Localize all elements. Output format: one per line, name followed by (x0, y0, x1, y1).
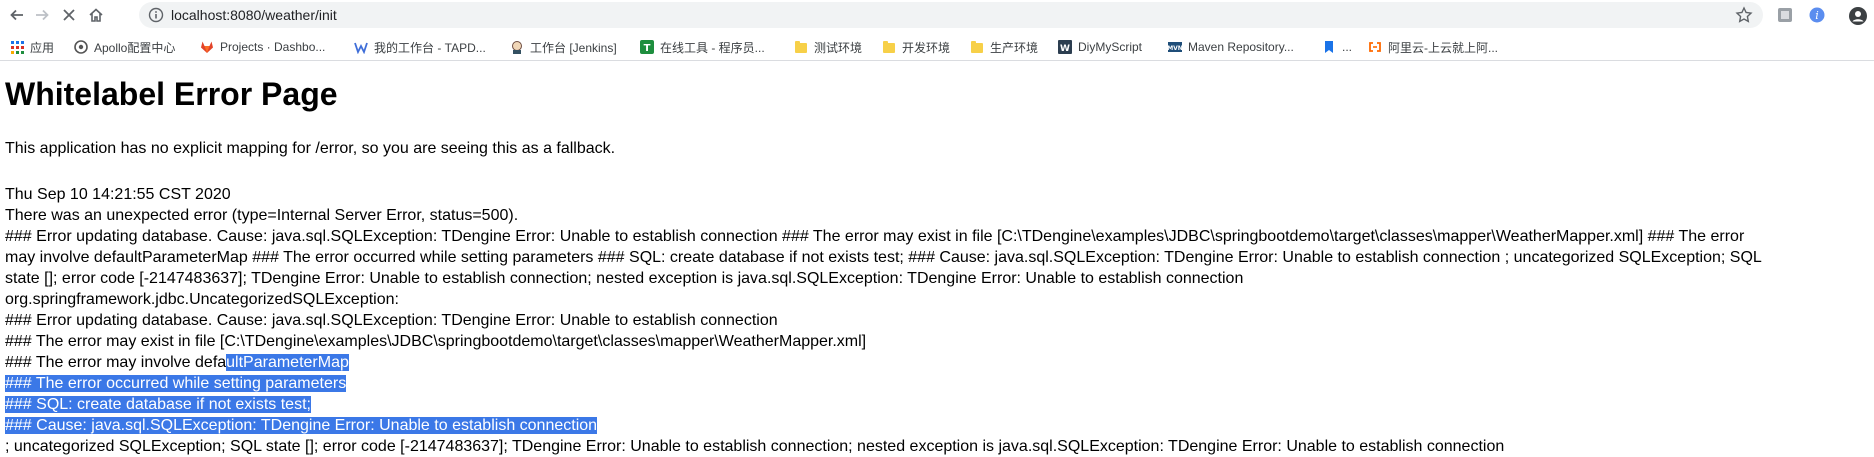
selected-text: ultParameterMap (226, 354, 349, 371)
page-title: Whitelabel Error Page (5, 76, 338, 112)
bookmark-apps[interactable]: 应用 (10, 38, 54, 56)
bookmark-folder-prod-env[interactable]: 生产环境 (970, 38, 1038, 56)
aliyun-icon (1368, 40, 1382, 54)
error-message-line: ### The error may exist in file [C:\TDen… (5, 333, 867, 350)
selected-text: ### The error occurred while setting par… (5, 375, 347, 392)
bookmark-jenkins[interactable]: 工作台 [Jenkins] (510, 38, 617, 56)
apollo-icon (74, 40, 88, 54)
bookmark-label: DiyMyScript (1078, 40, 1143, 54)
forward-button[interactable] (31, 4, 53, 26)
bookmark-label: 测试环境 (814, 40, 863, 55)
bookmark-icon (1322, 40, 1336, 54)
bookmark-label: 阿里云-上云就上阿... (1388, 40, 1498, 55)
tapd-icon (354, 40, 368, 54)
svg-text:MVN: MVN (1168, 45, 1182, 52)
exception-class-line: org.springframework.jdbc.UncategorizedSQ… (5, 291, 399, 308)
arrow-left-icon (10, 9, 23, 21)
profile-avatar-icon[interactable] (1848, 6, 1867, 25)
error-timestamp: Thu Sep 10 14:21:55 CST 2020 (5, 186, 231, 203)
url-text[interactable]: localhost:8080/weather/init (171, 7, 337, 23)
extension-info-icon[interactable]: i (1808, 6, 1826, 24)
bookmark-aliyun[interactable]: 阿里云-上云就上阿... (1368, 38, 1498, 56)
bookmark-label: 我的工作台 - TAPD... (374, 40, 486, 55)
maven-icon: MVN (1168, 40, 1182, 54)
home-icon (89, 8, 103, 22)
folder-icon (882, 40, 896, 54)
bookmark-label: Apollo配置中心 (94, 40, 176, 55)
browser-toolbar: localhost:8080/weather/init i (0, 0, 1874, 30)
selected-text: ### Cause: java.sql.SQLException: TDengi… (5, 417, 598, 434)
gitlab-icon (200, 40, 214, 54)
extension-icon[interactable] (1776, 6, 1794, 24)
error-message-line: ; uncategorized SQLException; SQL state … (5, 438, 1505, 455)
bookmark-label: Maven Repository... (1188, 40, 1294, 54)
bookmark-label: 生产环境 (990, 40, 1039, 55)
address-bar[interactable]: localhost:8080/weather/init (139, 2, 1763, 28)
folder-icon (970, 40, 984, 54)
bookmark-folder-dev-env[interactable]: 开发环境 (882, 38, 950, 56)
script-icon: W (1058, 40, 1072, 54)
bookmark-label: 应用 (30, 40, 55, 55)
error-summary: There was an unexpected error (type=Inte… (5, 207, 519, 224)
bookmark-truncated[interactable]: ... (1322, 38, 1352, 56)
jenkins-icon (510, 40, 524, 54)
bookmark-apollo[interactable]: Apollo配置中心 (74, 38, 175, 56)
bookmark-maven-repository[interactable]: MVN Maven Repository... (1168, 38, 1294, 56)
svg-text:T: T (644, 43, 651, 54)
bookmark-folder-test-env[interactable]: 测试环境 (794, 38, 862, 56)
star-bookmark-icon[interactable] (1735, 6, 1753, 24)
arrow-right-icon (36, 9, 49, 21)
home-button[interactable] (85, 4, 107, 26)
stop-loading-button[interactable] (58, 4, 80, 26)
tool-icon: T (640, 40, 654, 54)
error-details: Thu Sep 10 14:21:55 CST 2020 There was a… (5, 184, 1874, 457)
error-message-line-selected: ### Cause: java.sql.SQLException: TDengi… (5, 415, 1874, 436)
close-icon (63, 9, 75, 21)
bookmark-label: 工作台 [Jenkins] (530, 40, 617, 55)
bookmark-label: ... (1342, 40, 1353, 54)
error-message-line-selected: ### SQL: create database if not exists t… (5, 394, 1874, 415)
bookmark-label: 在线工具 - 程序员... (660, 40, 765, 55)
svg-text:i: i (1815, 9, 1819, 22)
bookmark-label: Projects · Dashbo... (220, 40, 326, 54)
selected-text: ### SQL: create database if not exists t… (5, 396, 311, 413)
error-message-line: ### Error updating database. Cause: java… (5, 228, 1745, 245)
info-icon[interactable] (148, 7, 164, 23)
error-involve-line: ### The error may involve defaultParamet… (5, 352, 1874, 373)
apps-grid-icon (10, 40, 24, 54)
error-message-line: ### Error updating database. Cause: java… (5, 312, 778, 329)
error-message-line-selected: ### The error occurred while setting par… (5, 373, 1874, 394)
bookmark-online-tools[interactable]: T 在线工具 - 程序员... (640, 38, 765, 56)
bookmark-label: 开发环境 (902, 40, 951, 55)
involve-prefix: ### The error may involve defa (5, 354, 227, 371)
error-message-line: state []; error code [-2147483637]; TDen… (5, 270, 1244, 287)
bookmark-gitlab-projects[interactable]: Projects · Dashbo... (200, 38, 325, 56)
fallback-message: This application has no explicit mapping… (5, 140, 616, 157)
back-button[interactable] (6, 4, 28, 26)
bookmark-diymyscript[interactable]: W DiyMyScript (1058, 38, 1142, 56)
bookmark-tapd[interactable]: 我的工作台 - TAPD... (354, 38, 486, 56)
error-message-line: may involve defaultParameterMap ### The … (5, 249, 1762, 266)
folder-icon (794, 40, 808, 54)
svg-text:W: W (1060, 44, 1070, 54)
bookmarks-bar: 应用 Apollo配置中心 Projects · Dashbo... 我的工作台… (0, 34, 1874, 61)
